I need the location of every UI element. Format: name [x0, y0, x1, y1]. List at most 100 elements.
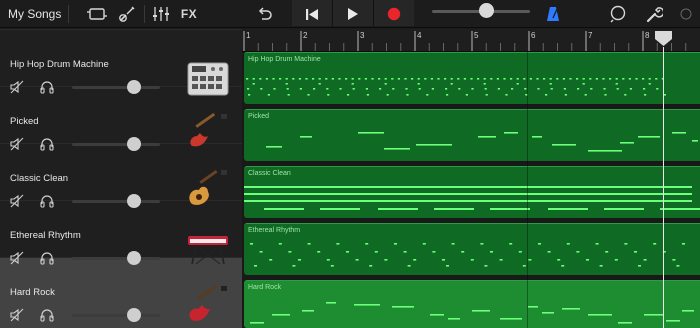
midi-note	[537, 88, 540, 90]
playhead-handle[interactable]	[654, 30, 673, 47]
midi-note	[497, 88, 500, 90]
midi-note	[638, 136, 660, 138]
play-icon[interactable]	[333, 0, 373, 28]
record-icon[interactable]	[374, 0, 414, 28]
track-volume-slider[interactable]	[72, 86, 160, 89]
midi-note	[326, 88, 329, 90]
midi-note	[264, 208, 304, 210]
mute-icon[interactable]	[10, 308, 24, 322]
acoustic-guitar-icon[interactable]	[186, 168, 230, 208]
midi-note	[417, 83, 420, 85]
midi-note	[634, 251, 637, 253]
fx-button[interactable]: FX	[178, 0, 200, 28]
midi-note	[566, 243, 570, 245]
tracks-view-icon[interactable]	[86, 0, 108, 28]
mixer-icon[interactable]	[150, 0, 172, 28]
settings-icon[interactable]	[643, 0, 665, 28]
midi-note	[532, 136, 542, 138]
midi-note	[392, 306, 414, 308]
midi-note	[620, 142, 634, 144]
midi-note	[692, 140, 698, 142]
timeline-ruler[interactable]: 1 2 3 4 5 6 7 8	[242, 29, 700, 52]
midi-note	[405, 88, 408, 90]
mute-icon[interactable]	[10, 194, 24, 208]
midi-note	[318, 78, 321, 80]
track-volume-slider[interactable]	[72, 314, 160, 317]
more-icon[interactable]	[676, 0, 696, 28]
my-songs-button[interactable]: My Songs	[8, 0, 61, 28]
track-volume-slider[interactable]	[72, 200, 160, 203]
midi-note	[638, 265, 641, 267]
instrument-icon[interactable]	[116, 0, 138, 28]
midi-note	[602, 78, 605, 80]
midi-note	[413, 259, 417, 261]
track-volume-knob[interactable]	[126, 194, 141, 208]
track-volume-knob[interactable]	[126, 137, 141, 151]
loop-icon[interactable]	[607, 0, 629, 28]
toolbar-divider	[144, 5, 145, 23]
metronome-icon[interactable]	[542, 0, 564, 28]
midi-note	[422, 243, 426, 245]
drum-machine-icon[interactable]	[186, 60, 230, 100]
midi-note	[682, 243, 685, 245]
midi-note	[589, 78, 592, 80]
bar-number: 8	[645, 31, 650, 40]
midi-note	[470, 78, 473, 80]
master-volume-knob[interactable]	[479, 3, 494, 18]
top-toolbar: My Songs FX	[0, 0, 700, 28]
midi-note	[672, 132, 686, 134]
midi-note	[643, 259, 647, 261]
midi-note	[577, 88, 580, 90]
headphones-icon[interactable]	[40, 251, 54, 265]
midi-note	[552, 144, 576, 146]
track-volume-knob[interactable]	[126, 80, 141, 94]
midi-note	[434, 208, 474, 210]
midi-note	[463, 78, 466, 80]
midi-note	[352, 88, 355, 90]
midi-note	[542, 312, 554, 314]
midi-note	[511, 88, 514, 90]
midi-note	[406, 94, 409, 96]
rewind-icon[interactable]	[292, 0, 332, 28]
track-volume-knob[interactable]	[126, 251, 141, 265]
headphones-icon[interactable]	[40, 308, 54, 322]
midi-note	[516, 83, 519, 85]
midi-note	[254, 265, 257, 267]
midi-note	[369, 265, 373, 267]
midi-note	[331, 78, 334, 80]
mute-icon[interactable]	[10, 137, 24, 151]
headphones-icon[interactable]	[40, 137, 54, 151]
midi-note	[618, 322, 632, 324]
bass-guitar-icon[interactable]	[186, 112, 230, 152]
midi-note	[260, 88, 263, 90]
undo-icon[interactable]	[255, 0, 275, 28]
mute-icon[interactable]	[10, 251, 24, 265]
midi-note	[358, 132, 384, 134]
mute-icon[interactable]	[10, 80, 24, 94]
headphones-icon[interactable]	[40, 194, 54, 208]
midi-note	[378, 78, 381, 80]
midi-note	[266, 146, 282, 148]
midi-note	[358, 78, 361, 80]
midi-note	[442, 259, 445, 261]
midi-note	[386, 94, 389, 96]
midi-note	[418, 88, 421, 90]
midi-note	[490, 208, 530, 210]
midi-note	[484, 88, 487, 90]
track-volume-knob[interactable]	[126, 308, 141, 322]
tracks-area[interactable]: Hip Hop Drum Machine Picked Classic Clea…	[242, 52, 700, 328]
track-volume-slider[interactable]	[72, 143, 160, 146]
midi-note	[336, 243, 340, 245]
midi-note	[643, 88, 646, 90]
playhead[interactable]	[663, 47, 664, 328]
headphones-icon[interactable]	[40, 80, 54, 94]
midi-note	[562, 78, 565, 80]
keyboard-icon[interactable]	[186, 230, 230, 270]
electric-guitar-icon[interactable]	[186, 284, 230, 324]
midi-note	[505, 94, 508, 96]
track-volume-slider[interactable]	[72, 257, 160, 260]
midi-note	[471, 88, 474, 90]
midi-note	[599, 265, 603, 267]
track-name: Ethereal Rhythm	[10, 230, 81, 241]
midi-note	[635, 78, 638, 80]
